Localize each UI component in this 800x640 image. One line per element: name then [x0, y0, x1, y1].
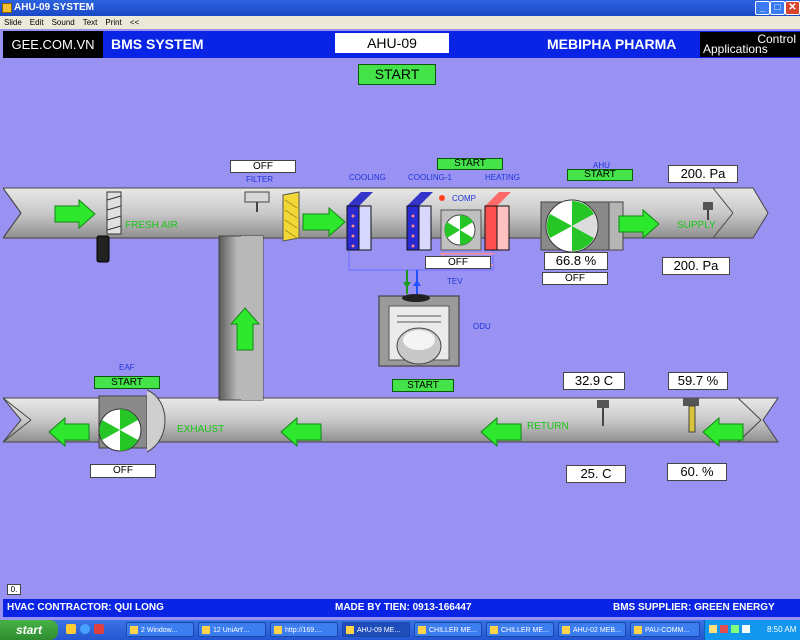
quick-launch-icon-1[interactable] [66, 624, 76, 634]
quick-launch-icon-3[interactable] [94, 624, 104, 634]
start-button[interactable]: start [0, 620, 58, 640]
maximize-button[interactable]: □ [770, 1, 785, 15]
task-pau[interactable]: PAU-COMM... [630, 622, 700, 637]
comp-status[interactable]: OFF [425, 256, 491, 269]
applications-label: Applications [703, 42, 768, 56]
clock: 8:50 AM [767, 625, 797, 634]
supply-label: SUPPLY [677, 220, 716, 231]
task-ahu09[interactable]: AHU-09 ME... [342, 622, 410, 637]
eaf-start-button[interactable]: START [94, 376, 160, 389]
eaf-label: EAF [119, 363, 135, 372]
menu-item-back[interactable]: << [130, 18, 139, 27]
menu-item-print[interactable]: Print [105, 18, 121, 27]
ahu-speed-value: 66.8 % [544, 252, 608, 270]
made-by-text: MADE BY TIEN: 0913-166447 [335, 602, 472, 613]
task-windows[interactable]: 2 Window... [126, 622, 194, 637]
control-applications-button[interactable]: Control Applications [700, 32, 800, 57]
exhaust-label: EXHAUST [177, 424, 225, 435]
window-title: AHU-09 SYSTEM [14, 2, 95, 13]
eaf-status[interactable]: OFF [90, 464, 156, 478]
filter-status[interactable]: OFF [230, 160, 296, 173]
cooling-label: COOLING [349, 173, 386, 182]
ahu-status[interactable]: OFF [542, 272, 608, 285]
footer-bar: HVAC CONTRACTOR: QUI LONG MADE BY TIEN: … [3, 599, 800, 617]
unit-name: AHU-09 [335, 33, 449, 53]
temp-setpoint: 25. C [566, 465, 626, 483]
company-logo: GEE.COM.VN [3, 31, 103, 58]
contractor-text: HVAC CONTRACTOR: QUI LONG [7, 602, 164, 613]
comp-start-button[interactable]: START [437, 158, 503, 170]
minimize-button[interactable]: _ [755, 1, 770, 15]
menu-item-edit[interactable]: Edit [30, 18, 44, 27]
tray-icon-4[interactable] [742, 625, 750, 633]
fresh-air-label: FRESH AIR [125, 220, 178, 231]
taskbar: start 2 Window... 12 UniArt'... http://1… [0, 620, 800, 640]
system-tray: 8:50 AM [704, 620, 800, 640]
header-bar: GEE.COM.VN BMS SYSTEM AHU-09 MEBIPHA PHA… [3, 31, 800, 58]
menu-bar: Slide Edit Sound Text Print << [0, 16, 800, 29]
task-chiller-2[interactable]: CHILLER ME... [486, 622, 554, 637]
supply-pressure-top: 200. Pa [668, 165, 738, 183]
menu-item-text[interactable]: Text [83, 18, 98, 27]
task-browser[interactable]: http://169.... [270, 622, 338, 637]
system-title: BMS SYSTEM [111, 36, 204, 52]
close-button[interactable]: ✕ [785, 1, 800, 15]
return-label: RETURN [527, 421, 569, 432]
task-uniart[interactable]: 12 UniArt'... [198, 622, 266, 637]
tray-icon-1[interactable] [709, 625, 717, 633]
tray-icon-2[interactable] [720, 625, 728, 633]
comp-label: COMP [452, 194, 476, 203]
duct-diagram [3, 187, 779, 453]
ahu-start-button[interactable]: START [567, 169, 633, 181]
window-title-bar[interactable]: AHU-09 SYSTEM _ □ ✕ [0, 0, 800, 16]
return-temp: 32.9 C [563, 372, 625, 390]
menu-item-sound[interactable]: Sound [52, 18, 75, 27]
odu-label: ODU [473, 322, 491, 331]
tev-label: TEV [447, 277, 463, 286]
odu-start-button[interactable]: START [392, 379, 454, 392]
odu-unit [377, 294, 461, 367]
task-ahu02[interactable]: AHU-02 MEB... [558, 622, 626, 637]
supplier-text: BMS SUPPLIER: GREEN ENERGY [613, 602, 775, 613]
client-name: MEBIPHA PHARMA [547, 36, 677, 52]
humidity-setpoint: 60. % [667, 463, 727, 481]
corner-indicator: 0. [7, 584, 21, 595]
hvac-diagram: START OFF FILTER COOLING COOLING-1 START… [3, 60, 800, 598]
menu-item-slide[interactable]: Slide [4, 18, 22, 27]
quick-launch-icon-2[interactable] [80, 624, 90, 634]
heating-label: HEATING [485, 173, 520, 182]
tray-icon-3[interactable] [731, 625, 739, 633]
filter-label: FILTER [246, 175, 273, 184]
quick-launch [66, 624, 116, 636]
return-humidity: 59.7 % [668, 372, 728, 390]
main-start-button[interactable]: START [358, 64, 436, 85]
task-chiller-1[interactable]: CHILLER ME... [414, 622, 482, 637]
supply-pressure-bottom: 200. Pa [662, 257, 730, 275]
app-icon [2, 3, 12, 13]
cooling1-label: COOLING-1 [408, 173, 453, 182]
